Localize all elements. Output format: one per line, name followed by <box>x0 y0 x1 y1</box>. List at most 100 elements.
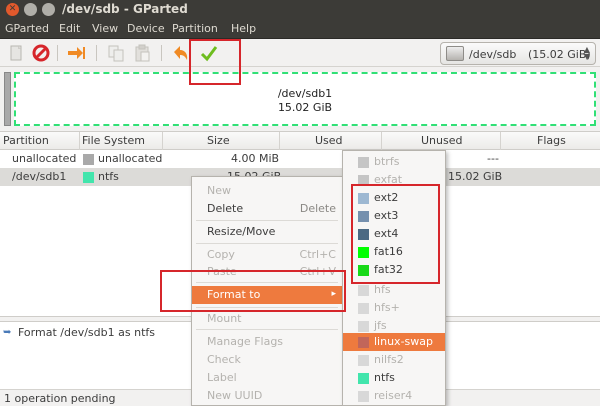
fs-option-label: jfs <box>374 319 387 332</box>
cell-size: 4.00 MiB <box>231 152 280 165</box>
fs-color-swatch <box>358 303 369 314</box>
status-text: 1 operation pending <box>4 392 116 405</box>
disk-map-partition-name: /dev/sdb1 <box>277 87 333 100</box>
column-header-partition[interactable]: Partition <box>3 134 49 147</box>
fs-color-swatch <box>358 373 369 384</box>
fs-option-label: nilfs2 <box>374 353 404 366</box>
fs-option-ntfs[interactable]: ntfs <box>343 369 445 387</box>
menu-item-label: Label <box>207 371 237 384</box>
fs-option-label: linux-swap <box>374 335 433 348</box>
fs-option-label: hfs+ <box>374 301 400 314</box>
fs-color-swatch <box>358 157 369 168</box>
fs-option-btrfs[interactable]: btrfs <box>343 153 445 171</box>
menu-item-label: New UUID <box>207 389 263 402</box>
menu-view[interactable]: View <box>92 22 118 35</box>
fs-color-swatch <box>358 391 369 402</box>
table-header: Partition File System Size Used Unused F… <box>0 132 600 150</box>
fs-color-swatch <box>83 172 94 183</box>
toolbar-separator <box>57 45 58 61</box>
maximize-window-button[interactable] <box>42 3 55 16</box>
menu-item-manage-flags[interactable]: Manage Flags <box>192 333 342 351</box>
fs-option-nilfs2[interactable]: nilfs2 <box>343 351 445 369</box>
menu-device[interactable]: Device <box>127 22 165 35</box>
menu-item-label-fs[interactable]: Label <box>192 369 342 387</box>
annotation-box-format-to <box>160 270 346 312</box>
menu-gparted[interactable]: GParted <box>5 22 49 35</box>
device-name: /dev/sdb <box>469 48 517 61</box>
menu-item-check[interactable]: Check <box>192 351 342 369</box>
menu-item-new-uuid[interactable]: New UUID <box>192 387 342 405</box>
toolbar-separator <box>96 45 97 61</box>
paste-icon[interactable] <box>132 43 152 63</box>
fs-color-swatch <box>358 285 369 296</box>
menu-item-label: Mount <box>207 312 242 325</box>
menu-bar: GParted Edit View Device Partition Help <box>0 19 600 39</box>
menu-help[interactable]: Help <box>231 22 256 35</box>
menu-edit[interactable]: Edit <box>59 22 80 35</box>
menu-item-resize-move[interactable]: Resize/Move <box>192 223 342 241</box>
undo-icon[interactable] <box>170 43 190 63</box>
cell-filesystem: unallocated <box>98 152 163 165</box>
format-operation-icon: ➥ <box>3 327 12 338</box>
fs-option-reiser4[interactable]: reiser4 <box>343 387 445 405</box>
column-divider <box>162 132 163 150</box>
column-header-flags[interactable]: Flags <box>537 134 566 147</box>
fs-option-label: ntfs <box>374 371 395 384</box>
menu-item-label: Delete <box>207 202 244 215</box>
minimize-window-button[interactable] <box>24 3 37 16</box>
fs-option-hfs-plus[interactable]: hfs+ <box>343 299 445 317</box>
copy-icon[interactable] <box>106 43 126 63</box>
column-divider <box>79 132 80 150</box>
window-title: /dev/sdb - GParted <box>62 2 188 16</box>
column-header-filesystem[interactable]: File System <box>82 134 145 147</box>
column-header-used[interactable]: Used <box>315 134 343 147</box>
disk-map-partition[interactable]: /dev/sdb1 15.02 GiB <box>14 72 596 126</box>
cell-unused: 15.02 GiB <box>448 170 503 183</box>
menu-item-label: Manage Flags <box>207 335 284 348</box>
column-divider <box>381 132 382 150</box>
menu-partition[interactable]: Partition <box>172 22 218 35</box>
delete-partition-icon[interactable] <box>31 43 51 63</box>
menu-item-copy[interactable]: Copy Ctrl+C <box>192 246 342 264</box>
menu-separator <box>196 329 338 330</box>
column-header-size[interactable]: Size <box>207 134 230 147</box>
menu-item-mount[interactable]: Mount <box>192 310 342 328</box>
menu-item-label: Copy <box>207 248 235 261</box>
column-divider <box>279 132 280 150</box>
cell-partition: /dev/sdb1 <box>12 170 67 183</box>
cell-unused: --- <box>487 152 499 165</box>
disk-map-unallocated[interactable] <box>4 72 11 126</box>
menu-item-accel: Ctrl+C <box>299 248 336 261</box>
toolbar: /dev/sdb (15.02 GiB) ▲ ▼ <box>0 39 600 67</box>
new-partition-icon[interactable] <box>6 43 26 63</box>
disk-map-partition-body: /dev/sdb1 15.02 GiB <box>19 77 591 121</box>
column-divider <box>500 132 501 150</box>
fs-color-swatch <box>358 321 369 332</box>
menu-item-delete[interactable]: Delete Delete <box>192 200 342 218</box>
hard-disk-icon <box>446 46 464 61</box>
annotation-box-ext-fat <box>351 184 440 284</box>
menu-item-accel: Delete <box>299 202 336 215</box>
device-selector[interactable]: /dev/sdb (15.02 GiB) ▲ ▼ <box>440 42 596 65</box>
cell-filesystem: ntfs <box>98 170 119 183</box>
cell-partition: unallocated <box>12 152 77 165</box>
table-row[interactable]: unallocated unallocated 4.00 MiB --- <box>0 150 600 168</box>
resize-move-icon[interactable] <box>66 43 86 63</box>
menu-item-label: New <box>207 184 231 197</box>
fs-color-swatch <box>358 337 369 348</box>
column-header-unused[interactable]: Unused <box>421 134 462 147</box>
menu-separator <box>196 243 338 244</box>
pending-operation-item[interactable]: Format /dev/sdb1 as ntfs <box>18 326 155 339</box>
disk-map-partition-size: 15.02 GiB <box>277 101 333 114</box>
fs-option-linux-swap[interactable]: linux-swap <box>343 333 445 351</box>
fs-option-label: reiser4 <box>374 389 413 402</box>
menu-item-new[interactable]: New <box>192 182 342 200</box>
menu-item-label: Resize/Move <box>207 225 276 238</box>
fs-color-swatch <box>358 355 369 366</box>
chevron-updown-icon: ▲ ▼ <box>583 45 590 61</box>
menu-separator <box>196 220 338 221</box>
close-window-button[interactable]: ✕ <box>6 3 19 16</box>
menu-item-label: Check <box>207 353 241 366</box>
title-bar: ✕ /dev/sdb - GParted <box>0 0 600 19</box>
fs-color-swatch <box>83 154 94 165</box>
